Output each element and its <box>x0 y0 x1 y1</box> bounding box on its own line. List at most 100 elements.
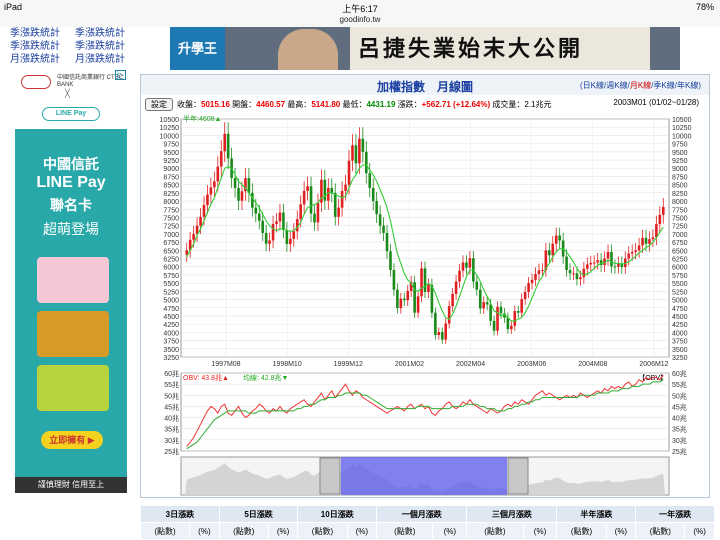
price-tick-right: 6000 <box>672 265 688 272</box>
price-tick-right: 7250 <box>672 224 688 231</box>
price-tick-left: 3250 <box>163 355 179 362</box>
tab-yearly[interactable]: 年K線 <box>677 81 698 90</box>
price-tick-left: 9250 <box>163 158 179 165</box>
price-tick-right: 6500 <box>672 248 688 255</box>
candle-body <box>261 220 264 233</box>
obv-tick-left: 25兆 <box>164 447 179 456</box>
candle-body <box>541 270 544 272</box>
candle-body <box>516 311 520 313</box>
navigator-right-handle[interactable] <box>507 457 529 495</box>
card-image-rabbit <box>37 257 109 303</box>
candle-body <box>420 268 423 297</box>
candle-body <box>461 262 465 271</box>
price-tick-left: 5000 <box>163 298 179 305</box>
candle-body <box>257 213 261 221</box>
sub-percent: (%) <box>267 522 299 540</box>
candle-body <box>264 232 268 244</box>
link-month-stats[interactable]: 月漲跌統計 <box>10 50 60 65</box>
col-1month: 一個月漲跌 <box>376 505 468 523</box>
sub-points: (點數) <box>218 522 269 540</box>
tab-weekly[interactable]: 週K線 <box>606 81 627 90</box>
price-tick-left: 6500 <box>163 248 179 255</box>
candle-body <box>513 311 517 326</box>
price-tick-right: 8500 <box>672 183 688 190</box>
tab-daily[interactable]: 日K線 <box>583 81 604 90</box>
candle-body <box>586 264 589 269</box>
settings-button[interactable]: 設定 <box>145 98 173 111</box>
period-tabs: (日K線/週K線/月K線/季K線/年K線) <box>580 81 701 90</box>
ad-line3: 聯名卡 <box>50 197 92 213</box>
candle-body <box>371 187 375 202</box>
candle-body <box>413 282 416 313</box>
obv-tick-right: 25兆 <box>672 447 687 456</box>
obv-tick-left: 60兆 <box>164 369 179 378</box>
price-tick-left: 6750 <box>163 240 179 247</box>
x-tick-label: 1997M08 <box>211 361 240 368</box>
candle-body <box>644 237 648 244</box>
candle-body <box>402 298 406 301</box>
sub-percent: (%) <box>522 522 558 540</box>
price-tick-left: 5750 <box>163 273 179 280</box>
sub-percent: (%) <box>432 522 468 540</box>
candle-body <box>454 281 458 294</box>
obv-tick-right: 50兆 <box>672 391 687 400</box>
banner-logo: 升學王 <box>170 27 225 70</box>
candle-body <box>375 201 378 215</box>
x-tick-label: 1998M10 <box>273 361 302 368</box>
banner-portrait <box>278 29 338 70</box>
candle-body <box>354 145 358 164</box>
price-tick-right: 4750 <box>672 306 688 313</box>
candle-body <box>254 207 258 214</box>
candle-body <box>575 273 579 280</box>
obv-tick-right: 40兆 <box>672 414 687 423</box>
candle-body <box>233 178 237 188</box>
navigator-left-handle[interactable] <box>319 457 341 495</box>
price-tick-right: 3250 <box>672 355 688 362</box>
candle-body <box>299 204 302 220</box>
candle-body <box>444 323 448 340</box>
tab-quarterly[interactable]: 季K線 <box>653 81 674 90</box>
candle-body <box>523 292 527 300</box>
open-label: 開盤： <box>232 100 257 109</box>
col-5day: 5日漲跌 <box>218 505 299 523</box>
candle-body <box>330 187 334 193</box>
chart-canvas[interactable]: 3250 32503500 35003750 37504000 40004250 4250… <box>141 113 709 497</box>
candle-body <box>510 325 513 330</box>
left-links: 季漲跌統計 季漲跌統計 季漲跌統計 季漲跌統計 月漲跌統計 月漲跌統計 <box>0 27 140 67</box>
close-label: 收盤： <box>177 100 201 109</box>
candle-body <box>340 190 344 208</box>
candle-body <box>282 212 285 230</box>
candle-body <box>506 317 510 330</box>
price-tick-left: 9000 <box>163 166 179 173</box>
candle-body <box>530 279 534 284</box>
candle-body <box>337 207 340 217</box>
link-month-stats[interactable]: 月漲跌統計 <box>75 50 125 65</box>
price-tick-right: 6750 <box>672 240 688 247</box>
col-3month: 三個月漲跌 <box>466 505 558 523</box>
price-tick-right: 8250 <box>672 191 688 198</box>
price-tick-right: 5250 <box>672 289 688 296</box>
ad-line1: 中國信託 <box>43 156 99 172</box>
adchoices-icon[interactable]: i▷ <box>115 70 126 80</box>
side-ad[interactable]: 中國信託商業銀行 CTBC BANK ╳ LINE Pay i▷ 中國信託 LI… <box>15 69 127 493</box>
price-tick-right: 7500 <box>672 215 688 222</box>
price-tick-right: 10250 <box>672 125 692 132</box>
top-banner-ad[interactable]: 升學王 呂捷失業始末大公開 <box>170 27 680 70</box>
candle-body <box>251 192 254 208</box>
candle-body <box>285 229 289 245</box>
price-tick-left: 7500 <box>163 215 179 222</box>
card-image-chick <box>37 365 109 411</box>
price-tick-left: 8750 <box>163 174 179 181</box>
apply-now-button[interactable]: 立即擁有 ▶ <box>41 431 103 449</box>
candle-body <box>323 179 327 201</box>
price-tick-left: 10000 <box>160 133 180 140</box>
price-tick-left: 7000 <box>163 232 179 239</box>
high-label: 最高： <box>287 100 312 109</box>
price-tick-left: 10250 <box>160 125 180 132</box>
candle-body <box>223 133 227 152</box>
candle-body <box>316 202 320 223</box>
candle-body <box>465 262 468 268</box>
tab-monthly[interactable]: 月K線 <box>630 81 651 90</box>
obv-tick-left: 35兆 <box>164 425 179 434</box>
candle-body <box>237 187 240 201</box>
